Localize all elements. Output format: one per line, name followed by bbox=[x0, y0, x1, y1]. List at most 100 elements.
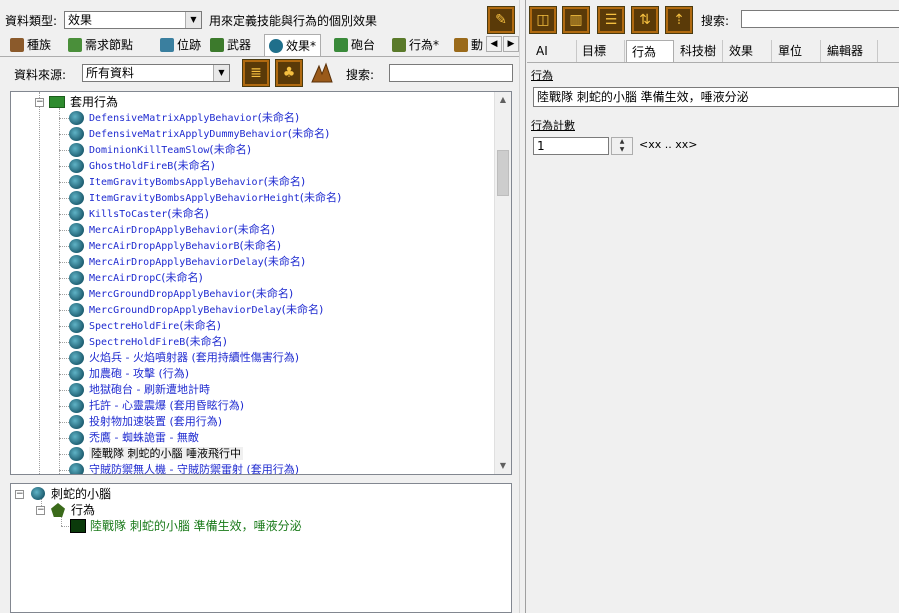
datatype-select[interactable]: 效果 ▼ bbox=[64, 11, 202, 29]
effects-tree[interactable]: − 套用行為 DefensiveMatrixApplyBehavior(未命名)… bbox=[10, 91, 512, 475]
chevron-down-icon[interactable]: ▼ bbox=[185, 12, 201, 28]
tree-item[interactable]: 禿鷹 - 蜘蛛詭雷 - 無敵 bbox=[59, 430, 199, 446]
tab-turrets[interactable]: 砲台 bbox=[330, 34, 379, 56]
expand-icon[interactable]: ⇡ bbox=[665, 6, 693, 34]
behavior-field[interactable]: 陸戰隊 刺蛇的小腦 準備生效，唾液分泌 bbox=[533, 87, 899, 107]
tree-item-label: 禿鷹 - 蜘蛛詭雷 - 無敵 bbox=[89, 431, 199, 444]
right-search-label: 搜索: bbox=[701, 14, 730, 28]
tree-item[interactable]: ItemGravityBombsApplyBehaviorHeight(未命名) bbox=[59, 190, 341, 206]
tree-item[interactable]: ItemGravityBombsApplyBehavior(未命名) bbox=[59, 174, 305, 190]
tab-label: 行為* bbox=[409, 38, 440, 52]
tree-item-label: GhostHoldFireB bbox=[89, 161, 174, 172]
filter-creature-icon[interactable] bbox=[308, 59, 336, 87]
table-view-icon[interactable]: ▥ bbox=[562, 6, 590, 34]
tree-item[interactable]: MercGroundDropApplyBehaviorDelay(未命名) bbox=[59, 302, 323, 318]
tree-item-label: DefensiveMatrixApplyBehavior bbox=[89, 113, 258, 124]
sort-icon[interactable]: ⇅ bbox=[631, 6, 659, 34]
tab-editor[interactable]: 編輯器 bbox=[822, 40, 878, 62]
tree-item[interactable]: SpectreHoldFireB(未命名) bbox=[59, 334, 227, 350]
search-input[interactable] bbox=[389, 64, 513, 82]
tab-scroll-left-button[interactable]: ◀ bbox=[486, 36, 502, 52]
tree-item[interactable]: 加農砲 - 攻擊 (行為) bbox=[59, 366, 189, 382]
tree-item[interactable]: 守賊防禦無人機 - 守賊防禦雷射 (套用行為) bbox=[59, 462, 299, 474]
tab-tech-tree[interactable]: 科技樹 bbox=[675, 40, 723, 62]
tab-weapons[interactable]: 武器 bbox=[206, 34, 255, 56]
tree-view-icon[interactable]: ♣ bbox=[275, 59, 303, 87]
collapse-icon[interactable]: − bbox=[36, 506, 45, 515]
collapse-icon[interactable]: − bbox=[15, 490, 24, 499]
tab-behaviors[interactable]: 行為* bbox=[388, 34, 443, 56]
tab-effect[interactable]: 效果 bbox=[724, 40, 772, 62]
tree-item[interactable]: MercGroundDropApplyBehavior(未命名) bbox=[59, 286, 294, 302]
collapse-icon[interactable]: − bbox=[35, 98, 44, 107]
scroll-thumb[interactable] bbox=[497, 150, 509, 196]
tab-target[interactable]: 目標 bbox=[577, 40, 625, 62]
tree-item[interactable]: MercAirDropApplyBehaviorDelay(未命名) bbox=[59, 254, 305, 270]
tree-item[interactable]: GhostHoldFireB(未命名) bbox=[59, 158, 215, 174]
tab-effects[interactable]: 效果* bbox=[264, 34, 322, 56]
effect-bug-icon bbox=[69, 383, 84, 397]
tree-item-suffix: (未命名) bbox=[161, 271, 203, 284]
tab-actors[interactable]: 動 bbox=[450, 34, 487, 56]
hydralisk-icon bbox=[31, 487, 45, 500]
effect-bug-icon bbox=[69, 223, 84, 237]
source-label: 資料來源: bbox=[14, 68, 67, 82]
tab-races[interactable]: 種族 bbox=[6, 34, 55, 56]
tree-item[interactable]: MercAirDropApplyBehavior(未命名) bbox=[59, 222, 275, 238]
tree-item-suffix: (未命名) bbox=[239, 239, 282, 252]
scroll-down-icon[interactable]: ▼ bbox=[495, 458, 511, 474]
tree-scrollbar[interactable]: ▲ ▼ bbox=[494, 92, 511, 474]
tab-ai[interactable]: AI bbox=[531, 40, 577, 62]
scroll-up-icon[interactable]: ▲ bbox=[495, 92, 511, 108]
tree-guide-line bbox=[59, 198, 69, 199]
tree-guide-line bbox=[59, 294, 69, 295]
effect-bug-icon bbox=[69, 399, 84, 413]
tab-requirement-nodes[interactable]: 需求節點 bbox=[64, 34, 137, 56]
tab-behavior[interactable]: 行為 bbox=[626, 40, 674, 62]
tree-item[interactable]: DefensiveMatrixApplyDummyBehavior(未命名) bbox=[59, 126, 329, 142]
effect-bug-icon bbox=[69, 335, 84, 349]
tab-label: 動 bbox=[471, 38, 484, 52]
grid-view-icon[interactable]: ☰ bbox=[597, 6, 625, 34]
tree-item-suffix: (未命名) bbox=[257, 111, 300, 124]
effect-bug-icon bbox=[69, 367, 84, 381]
effect-bug-icon bbox=[69, 463, 84, 474]
tree-item[interactable]: KillsToCaster(未命名) bbox=[59, 206, 209, 222]
chevron-down-icon[interactable]: ▼ bbox=[213, 65, 229, 81]
tree-item-suffix: (未命名) bbox=[251, 287, 294, 300]
tab-scroll-right-button[interactable]: ▶ bbox=[503, 36, 519, 52]
panel-splitter[interactable] bbox=[519, 0, 526, 613]
tree-item[interactable]: MercAirDropC(未命名) bbox=[59, 270, 203, 286]
behavior-count-stepper[interactable]: ▲ ▼ bbox=[611, 137, 633, 155]
tree-guide-line bbox=[59, 406, 69, 407]
list-view-icon[interactable]: ≣ bbox=[242, 59, 270, 87]
tree-item[interactable]: 地獄砲台 - 刷新遭地計時 bbox=[59, 382, 210, 398]
tree-item-label: MercAirDropC bbox=[89, 273, 162, 284]
tree-item[interactable]: DefensiveMatrixApplyBehavior(未命名) bbox=[59, 110, 300, 126]
tab-footprints[interactable]: 位跡 bbox=[156, 34, 205, 56]
tree-guide-line bbox=[59, 134, 69, 135]
tree-item-suffix: (未命名) bbox=[179, 319, 221, 332]
pipette-icon[interactable]: ✎ bbox=[487, 6, 515, 34]
tree-item[interactable]: MercAirDropApplyBehaviorB(未命名) bbox=[59, 238, 282, 254]
source-select[interactable]: 所有資料 ▼ bbox=[82, 64, 230, 82]
effect-detail-tree[interactable]: − 刺蛇的小腦 − 行為 陸戰隊 刺蛇的小腦 準備生效，唾液分泌 bbox=[10, 483, 512, 613]
tree-item[interactable]: DominionKillTeamSlow(未命名) bbox=[59, 142, 251, 158]
behavior-count-input[interactable]: 1 bbox=[533, 137, 609, 155]
tree-item[interactable]: 托許 - 心靈震爆 (套用昏眩行為) bbox=[59, 398, 244, 414]
right-tab-divider bbox=[527, 62, 899, 63]
tab-label: 位跡 bbox=[177, 38, 202, 52]
split-view-icon[interactable]: ◫ bbox=[529, 6, 557, 34]
tree-item[interactable]: 陸戰隊 刺蛇的小腦 唾液飛行中 bbox=[59, 446, 243, 462]
tree-item[interactable]: 投射物加速裝置 (套用行為) bbox=[59, 414, 222, 430]
tree-item[interactable]: 火焰兵 - 火焰噴射器 (套用持續性傷害行為) bbox=[59, 350, 299, 366]
tab-label: 效果* bbox=[286, 38, 317, 53]
behavior-count-label: 行為計數 bbox=[531, 119, 575, 132]
tree-guide-line bbox=[59, 390, 69, 391]
increment-icon[interactable]: ▲ bbox=[612, 138, 632, 146]
decrement-icon[interactable]: ▼ bbox=[612, 146, 632, 154]
tab-unit[interactable]: 單位 bbox=[773, 40, 821, 62]
race-icon bbox=[10, 38, 24, 52]
tree-item[interactable]: SpectreHoldFire(未命名) bbox=[59, 318, 221, 334]
right-search-input[interactable] bbox=[741, 10, 899, 28]
